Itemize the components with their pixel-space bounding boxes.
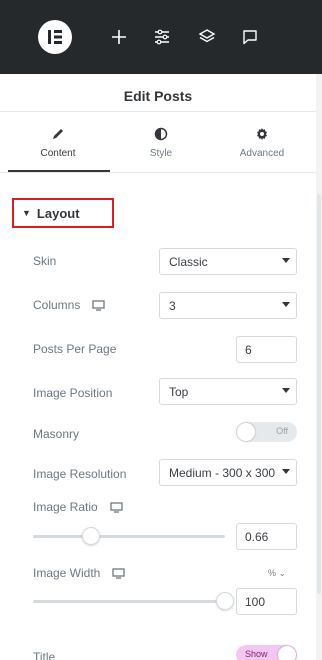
tabs-divider — [0, 172, 316, 173]
tab-advanced-label: Advanced — [239, 147, 285, 159]
title-label-text: Title — [33, 650, 56, 660]
elementor-logo[interactable] — [38, 20, 72, 54]
editor-topbar — [0, 0, 322, 74]
skin-select-value: Classic — [169, 254, 208, 269]
comments-icon[interactable] — [238, 25, 262, 49]
desktop-icon[interactable] — [110, 501, 123, 513]
posts-per-page-input[interactable]: 6 — [236, 336, 297, 363]
image-width-label: Image Width — [33, 566, 126, 580]
image-ratio-slider-track[interactable] — [33, 535, 225, 538]
title-label: Title — [33, 650, 55, 660]
pencil-icon — [50, 126, 66, 142]
columns-label: Columns — [33, 298, 106, 312]
toggle-knob — [278, 646, 296, 660]
panel-header: Edit Posts — [0, 74, 316, 104]
chevron-down-icon — [282, 388, 290, 393]
image-ratio-value: 0.66 — [245, 529, 269, 544]
half-circle-icon — [153, 126, 169, 142]
image-resolution-label: Image Resolution — [33, 467, 126, 481]
masonry-toggle-state: Off — [276, 426, 288, 436]
tab-content[interactable]: Content — [8, 112, 108, 172]
add-element-icon[interactable] — [107, 25, 131, 49]
image-resolution-label-text: Image Resolution — [33, 467, 127, 481]
image-width-unit-select[interactable]: % ⌄ — [268, 568, 286, 579]
image-width-label-text: Image Width — [33, 566, 101, 580]
gear-icon — [254, 126, 270, 142]
toggle-knob — [237, 423, 255, 441]
panel-title: Edit Posts — [123, 87, 193, 104]
columns-select[interactable]: 3 — [159, 292, 297, 319]
tab-style-label: Style — [149, 147, 173, 159]
title-toggle[interactable]: Show — [236, 645, 297, 660]
desktop-icon[interactable] — [112, 567, 126, 579]
posts-per-page-label: Posts Per Page — [33, 342, 116, 356]
panel-scrollbar[interactable] — [316, 74, 322, 660]
skin-select[interactable]: Classic — [159, 248, 297, 275]
chevron-down-icon: ⌄ — [278, 568, 287, 578]
image-ratio-slider-handle[interactable] — [81, 527, 100, 545]
image-position-select[interactable]: Top — [159, 378, 297, 405]
image-width-slider-handle[interactable] — [216, 592, 234, 610]
tab-content-label: Content — [40, 147, 76, 159]
image-position-label-text: Image Position — [33, 386, 113, 400]
section-title: Layout — [36, 205, 80, 221]
elementor-logo-mark — [48, 30, 62, 44]
title-toggle-state: Show — [245, 649, 268, 659]
desktop-icon[interactable] — [92, 299, 106, 311]
masonry-label-text: Masonry — [33, 427, 80, 441]
posts-per-page-label-text: Posts Per Page — [33, 342, 117, 356]
columns-label-text: Columns — [33, 298, 81, 312]
columns-select-value: 3 — [169, 298, 176, 313]
image-position-select-value: Top — [169, 384, 189, 399]
image-resolution-select[interactable]: Medium - 300 x 300 — [159, 459, 297, 486]
image-width-value: 100 — [245, 594, 266, 609]
panel-scrollbar-thumb[interactable] — [317, 194, 321, 594]
tab-style[interactable]: Style — [111, 112, 211, 172]
skin-label-text: Skin — [33, 254, 57, 268]
posts-per-page-value: 6 — [245, 342, 252, 357]
site-settings-icon[interactable] — [150, 25, 174, 49]
image-resolution-select-value: Medium - 300 x 300 — [169, 465, 276, 480]
masonry-toggle[interactable]: Off — [236, 422, 297, 442]
image-width-unit: % — [268, 568, 277, 578]
image-ratio-input[interactable]: 0.66 — [236, 523, 297, 550]
skin-label: Skin — [33, 254, 56, 268]
chevron-down-icon — [282, 302, 290, 307]
image-ratio-label: Image Ratio — [33, 500, 123, 514]
image-width-slider-track[interactable] — [33, 600, 225, 603]
panel-tabs: Content Style Advanced — [0, 112, 316, 172]
image-position-label: Image Position — [33, 386, 112, 400]
masonry-label: Masonry — [33, 427, 79, 441]
section-layout-toggle[interactable]: ▼ Layout — [12, 198, 114, 228]
image-width-input[interactable]: 100 — [236, 588, 297, 615]
caret-down-icon: ▼ — [22, 208, 31, 218]
structure-layers-icon[interactable] — [195, 25, 219, 49]
chevron-down-icon — [282, 469, 290, 474]
tab-advanced[interactable]: Advanced — [212, 112, 312, 172]
chevron-down-icon — [282, 258, 290, 263]
image-ratio-label-text: Image Ratio — [33, 500, 98, 514]
